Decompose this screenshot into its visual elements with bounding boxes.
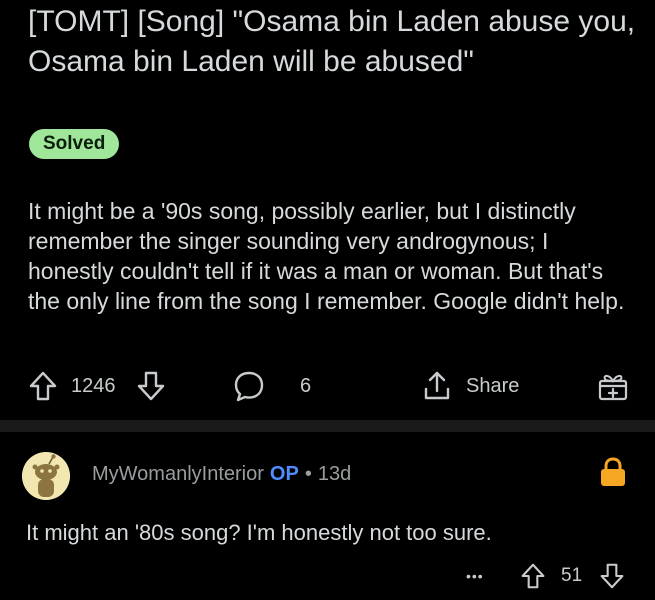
- award-button[interactable]: [596, 364, 630, 408]
- post-card: [TOMT] [Song] "Osama bin Laden abuse you…: [0, 0, 655, 420]
- comments-button[interactable]: [232, 364, 266, 408]
- comment-username[interactable]: MyWomanlyInterior: [92, 463, 264, 485]
- comment-card: MyWomanlyInterior OP • 13d It might an '80s…: [0, 432, 655, 600]
- comment-meta: MyWomanlyInterior OP • 13d: [92, 460, 351, 488]
- section-divider: [0, 420, 655, 432]
- post-action-bar: 1246 6 Share: [0, 364, 655, 408]
- upvote-button[interactable]: [28, 364, 58, 408]
- gift-award-icon: [596, 369, 630, 403]
- upvote-arrow-icon: [28, 370, 58, 402]
- post-title[interactable]: [TOMT] [Song] "Osama bin Laden abuse you…: [28, 2, 638, 82]
- share-icon: [420, 369, 454, 403]
- comment-downvote-button[interactable]: [599, 558, 625, 594]
- share-label: Share: [466, 374, 520, 397]
- comments-count: 6: [300, 374, 312, 397]
- upvote-arrow-icon: [520, 562, 546, 590]
- share-button[interactable]: Share: [420, 364, 519, 408]
- avatar[interactable]: [22, 452, 70, 500]
- solved-flair-badge[interactable]: Solved: [29, 129, 120, 159]
- op-badge: OP: [269, 463, 299, 485]
- snoo-avatar-icon: [22, 452, 70, 500]
- comment-bubble-icon: [232, 369, 266, 403]
- comment-action-bar: ••• 51: [0, 558, 655, 594]
- comment-age: 13d: [317, 463, 352, 485]
- comment-upvote-button[interactable]: [520, 558, 546, 594]
- post-body-text: It might be a '90s song, possibly earlie…: [28, 198, 625, 314]
- comment-vote-count: 51: [561, 565, 583, 586]
- meta-separator: •: [304, 463, 312, 485]
- lock-icon: [598, 456, 628, 493]
- downvote-button[interactable]: [136, 364, 166, 408]
- more-options-button[interactable]: •••: [466, 558, 484, 594]
- post-vote-count: 1246: [71, 374, 116, 397]
- comment-text: It might an '80s song? I'm honestly not …: [26, 520, 492, 545]
- downvote-arrow-icon: [599, 562, 625, 590]
- downvote-arrow-icon: [136, 370, 166, 402]
